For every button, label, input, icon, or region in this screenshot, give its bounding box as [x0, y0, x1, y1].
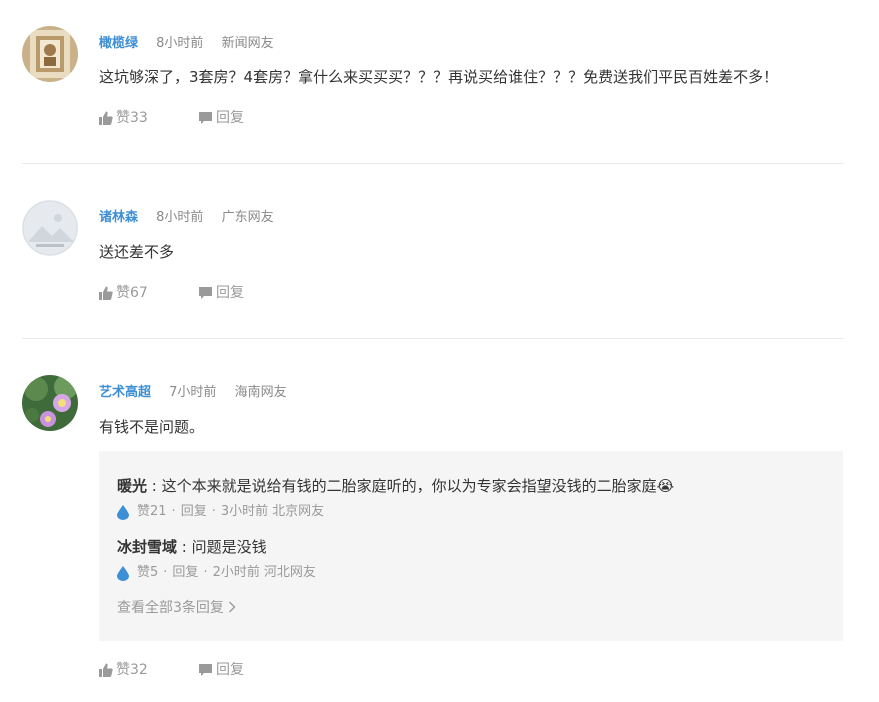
like-button[interactable]: 赞67 — [99, 284, 148, 302]
username[interactable]: 橄榄绿 — [99, 36, 138, 51]
like-button[interactable]: 赞33 — [99, 109, 148, 127]
username[interactable]: 艺术高超 — [99, 385, 151, 400]
reply-text: 问题是没钱 — [191, 538, 267, 556]
comment-meta: 橄榄绿 8小时前 新闻网友 — [99, 36, 288, 52]
reply-item: 暖光 : 这个本来就是说给有钱的二胎家庭听的，你以为专家会指望没钱的二胎家庭😭 — [117, 476, 674, 496]
water-drop-icon — [117, 565, 129, 581]
username[interactable]: 诸林森 — [99, 210, 138, 225]
reply-reply-link[interactable]: 回复 — [181, 504, 207, 520]
reply-like-count[interactable]: 赞21 — [137, 504, 167, 520]
comment-source: 广东网友 — [221, 210, 274, 225]
reply-label: 回复 — [216, 662, 244, 678]
comment-time: 8小时前 — [156, 36, 204, 51]
avatar[interactable] — [22, 375, 78, 431]
reply-source: 北京网友 — [272, 504, 325, 519]
comment-source: 海南网友 — [234, 385, 287, 400]
view-all-replies-link[interactable]: 查看全部3条回复 — [117, 597, 236, 617]
comment-meta: 艺术高超 7小时前 海南网友 — [99, 385, 301, 401]
divider — [22, 163, 844, 164]
speech-bubble-icon — [199, 287, 212, 299]
avatar[interactable] — [22, 200, 78, 256]
thumbs-up-icon — [99, 286, 113, 300]
comment-text: 这坑够深了，3套房？4套房？拿什么来买买买？？？再说买给谁住？？？免费送我们平民… — [99, 68, 779, 86]
reply-meta: 赞21 · 回复 · 3小时前 北京网友 — [117, 504, 324, 520]
reply-button[interactable]: 回复 — [198, 284, 244, 302]
reply-separator: : — [177, 538, 192, 556]
reply-label: 回复 — [216, 110, 244, 126]
reply-box: 暖光 : 这个本来就是说给有钱的二胎家庭听的，你以为专家会指望没钱的二胎家庭😭 … — [99, 451, 843, 641]
like-count: 赞33 — [116, 110, 148, 126]
comment-list: 橄榄绿 8小时前 新闻网友 这坑够深了，3套房？4套房？拿什么来买买买？？？再说… — [0, 0, 879, 702]
reply-meta: 赞5 · 回复 · 2小时前 河北网友 — [117, 565, 316, 581]
comment-text: 有钱不是问题。 — [99, 418, 205, 436]
reply-separator: : — [147, 477, 162, 495]
like-count: 赞67 — [116, 285, 148, 301]
reply-username[interactable]: 暖光 — [117, 477, 147, 495]
divider — [22, 338, 844, 339]
comment-text: 送还差不多 — [99, 243, 175, 261]
reply-label: 回复 — [216, 285, 244, 301]
speech-bubble-icon — [199, 664, 212, 676]
comment-time: 8小时前 — [156, 210, 204, 225]
thumbs-up-icon — [99, 663, 113, 677]
reply-button[interactable]: 回复 — [198, 109, 244, 127]
reply-time: 2小时前 — [212, 565, 260, 580]
comment-source: 新闻网友 — [221, 36, 274, 51]
chevron-right-icon — [229, 601, 236, 613]
water-drop-icon — [117, 504, 129, 520]
reply-button[interactable]: 回复 — [198, 661, 244, 679]
reply-reply-link[interactable]: 回复 — [172, 565, 198, 581]
reply-username[interactable]: 冰封雪域 — [117, 538, 177, 556]
view-all-label: 查看全部3条回复 — [117, 600, 224, 616]
comment-time: 7小时前 — [169, 385, 217, 400]
thumbs-up-icon — [99, 111, 113, 125]
like-button[interactable]: 赞32 — [99, 661, 148, 679]
reply-like-count[interactable]: 赞5 — [137, 565, 158, 581]
avatar[interactable] — [22, 26, 78, 82]
reply-text: 这个本来就是说给有钱的二胎家庭听的，你以为专家会指望没钱的二胎家庭 — [161, 477, 657, 495]
like-count: 赞32 — [116, 662, 148, 678]
reply-item: 冰封雪域 : 问题是没钱 — [117, 537, 267, 557]
speech-bubble-icon — [199, 112, 212, 124]
reply-time: 3小时前 — [220, 504, 269, 519]
crying-emoji-icon: 😭 — [656, 477, 675, 495]
reply-source: 河北网友 — [263, 565, 316, 580]
comment-meta: 诸林森 8小时前 广东网友 — [99, 210, 288, 226]
